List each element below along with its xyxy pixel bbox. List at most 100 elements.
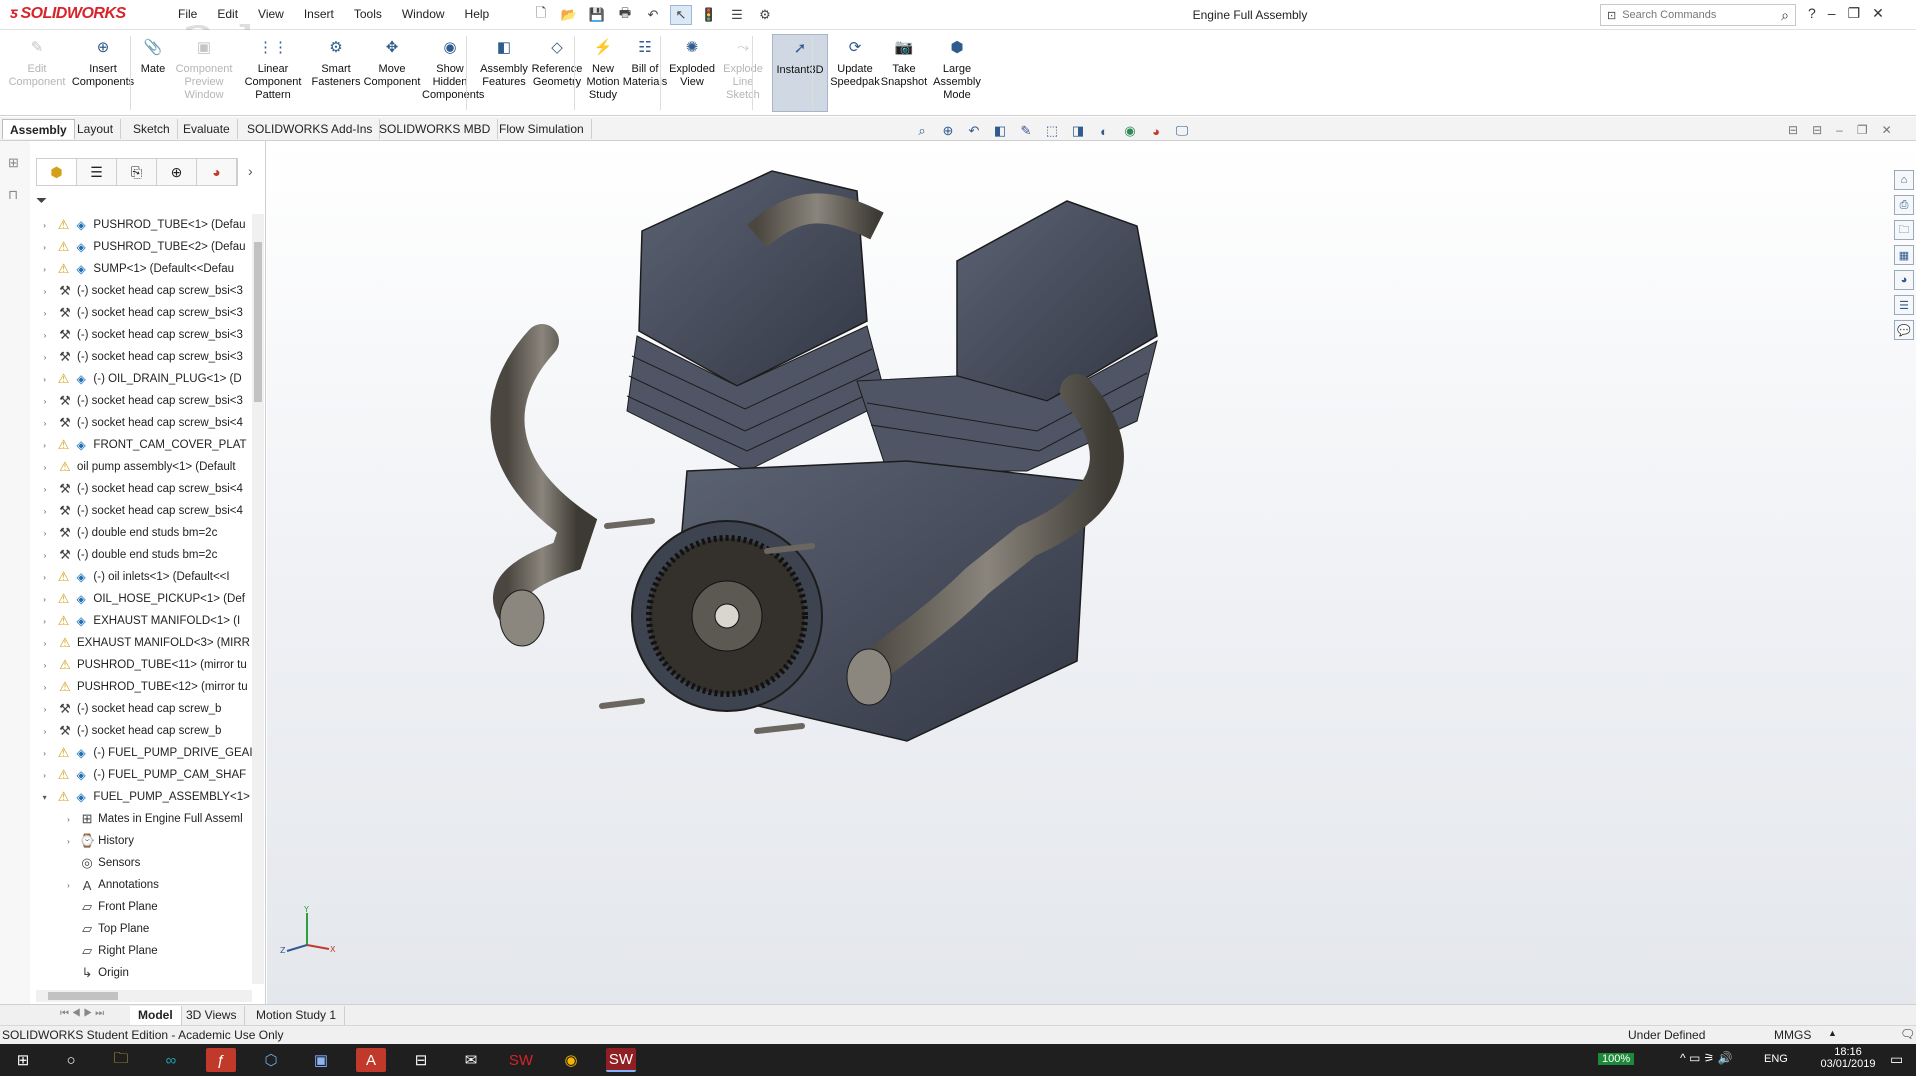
expand-arrow-icon[interactable]: › [40, 771, 49, 780]
windows-start-icon[interactable]: ⊞ [8, 1048, 38, 1072]
app-window-icon[interactable]: ▣ [306, 1048, 336, 1072]
tree-child-front-plane[interactable]: ▱ Front Plane [30, 896, 260, 918]
move-component-button[interactable]: ✥ Move Component [362, 34, 422, 89]
chrome-icon[interactable]: ◉ [556, 1048, 586, 1072]
file-properties-icon[interactable]: ☰ [726, 5, 748, 25]
expand-arrow-icon[interactable]: › [40, 507, 50, 516]
tree-node[interactable]: › ⚠ ◈ (-) oil inlets<1> (Default<<I [30, 566, 260, 588]
undo-icon[interactable]: ↶ [642, 5, 664, 25]
tree-node[interactable]: › ⚠ oil pump assembly<1> (Default [30, 456, 260, 478]
tree-node[interactable]: › ⚒ (-) socket head cap screw_b [30, 698, 260, 720]
store-icon[interactable]: ⊟ [406, 1048, 436, 1072]
view-palette-icon[interactable]: ▦ [1894, 245, 1914, 265]
menu-help[interactable]: Help [463, 7, 492, 21]
expand-arrow-icon[interactable]: › [40, 243, 49, 252]
tree-node[interactable]: › ⚠ ◈ (-) FUEL_PUMP_DRIVE_GEAI [30, 742, 260, 764]
bottom-tab-3d-views[interactable]: 3D Views [178, 1006, 246, 1025]
tree-node[interactable]: › ⚒ (-) socket head cap screw_bsi<4 [30, 500, 260, 522]
collapse-arrow-icon[interactable]: ▾ [40, 793, 49, 802]
expand-arrow-icon[interactable]: › [40, 287, 50, 296]
property-manager-tab-icon[interactable]: ☰ [77, 159, 117, 185]
file-explorer-icon[interactable]: 🗀 [106, 1048, 136, 1072]
expand-arrow-icon[interactable]: › [40, 639, 50, 648]
solidworks-active-icon[interactable]: SW [606, 1048, 636, 1072]
save-icon[interactable]: 💾 [586, 5, 608, 25]
tooltip-icon[interactable]: 🗨 [1900, 1027, 1915, 1041]
tree-node[interactable]: › ⚒ (-) socket head cap screw_bsi<3 [30, 346, 260, 368]
expand-arrow-icon[interactable]: › [40, 705, 50, 714]
menu-edit[interactable]: Edit [215, 7, 240, 21]
expand-arrow-icon[interactable]: › [64, 815, 73, 824]
tab-solidworks-mbd[interactable]: SOLIDWORKS MBD [372, 119, 499, 139]
tree-child-origin[interactable]: ↳ Origin [30, 962, 260, 984]
new-document-icon[interactable]: 🗋 [530, 5, 552, 25]
open-folder-icon[interactable]: 📂 [558, 5, 580, 25]
menu-window[interactable]: Window [400, 7, 447, 21]
tree-node[interactable]: › ⚠ ◈ SUMP<1> (Default<<Defau [30, 258, 260, 280]
tree-child-right-plane[interactable]: ▱ Right Plane [30, 940, 260, 962]
rear-exhaust-outlet[interactable] [499, 589, 545, 647]
graphics-area[interactable] [267, 141, 1916, 1009]
assembly-features-button[interactable]: ◧ Assembly Features [478, 34, 530, 89]
zoom-to-area-icon[interactable]: ⊕ [938, 121, 958, 141]
tree-node[interactable]: ▾ ⚠ ◈ FUEL_PUMP_ASSEMBLY<1> [30, 786, 260, 808]
expand-arrow-icon[interactable]: › [40, 419, 50, 428]
tree-node[interactable]: › ⚒ (-) socket head cap screw_bsi<3 [30, 324, 260, 346]
linear-component-pattern-button[interactable]: ⋮⋮ Linear Component Pattern [236, 34, 310, 102]
app-red-icon[interactable]: ƒ [206, 1048, 236, 1072]
tree-child-history[interactable]: › ⌚ History [30, 830, 260, 852]
tree-node[interactable]: › ⚒ (-) socket head cap screw_bsi<4 [30, 412, 260, 434]
expand-arrow-icon[interactable]: › [40, 375, 49, 384]
expand-arrow-icon[interactable]: › [40, 331, 50, 340]
expand-arrow-icon[interactable]: › [40, 353, 50, 362]
edit-component-button[interactable]: ✎ Edit Component [6, 34, 68, 89]
battery-percent[interactable]: 100% [1598, 1053, 1635, 1065]
tree-node[interactable]: › ⚠ ◈ OIL_HOSE_PICKUP<1> (Def [30, 588, 260, 610]
solidworks-logo[interactable]: ƽ SOLIDWORKS [10, 5, 126, 25]
tree-node[interactable]: › ⚠ ◈ FRONT_CAM_COVER_PLAT [30, 434, 260, 456]
tree-node[interactable]: › ⚠ ◈ PUSHROD_TUBE<2> (Defau [30, 236, 260, 258]
status-units[interactable]: MMGS [1774, 1028, 1811, 1042]
display-style-icon[interactable]: ◨ [1068, 121, 1088, 141]
crankshaft-bore[interactable] [714, 603, 740, 629]
expand-arrow-icon[interactable]: › [40, 661, 50, 670]
appearances-scenes-icon[interactable]: ◕ [1894, 270, 1914, 290]
mate-button[interactable]: 📎 Mate [136, 34, 170, 76]
tree-node[interactable]: › ⚒ (-) socket head cap screw_bsi<3 [30, 302, 260, 324]
show-hidden-components-button[interactable]: ◉ Show Hidden Components [422, 34, 484, 102]
close-icon[interactable]: ✕ [1872, 5, 1884, 22]
options-gear-icon[interactable]: ⚙ [754, 5, 776, 25]
system-tray-icons[interactable]: ^ ▭ ⚞ 🔊 [1680, 1051, 1733, 1065]
tree-node[interactable]: › ⚒ (-) socket head cap screw_bsi<3 [30, 280, 260, 302]
expand-arrow-icon[interactable]: › [40, 529, 50, 538]
edit-appearance-icon[interactable]: ◉ [1120, 121, 1140, 141]
tab-evaluate[interactable]: Evaluate [176, 119, 238, 139]
view-settings-icon[interactable]: 🖵 [1172, 121, 1192, 141]
search-commands-input[interactable]: ⊡ Search Commands ⌕ [1600, 4, 1796, 26]
dynamic-annotation-icon[interactable]: ✎ [1016, 121, 1036, 141]
menu-file[interactable]: File [176, 7, 199, 21]
tree-child-sensors[interactable]: ◎ Sensors [30, 852, 260, 874]
tree-child-annotations[interactable]: › A Annotations [30, 874, 260, 896]
tree-horizontal-scrollbar[interactable] [36, 990, 252, 1002]
arduino-icon[interactable]: ∞ [156, 1048, 186, 1072]
component-preview-window-button[interactable]: ▣ Component Preview Window [172, 34, 236, 102]
minimize-icon[interactable]: – [1828, 5, 1836, 22]
tab-scroll-arrows-icon[interactable]: ⏮ ◀ ▶ ⏭ [60, 1008, 104, 1019]
tree-node[interactable]: › ⚒ (-) double end studs bm=2c [30, 544, 260, 566]
expand-arrow-icon[interactable]: › [64, 881, 73, 890]
new-motion-study-button[interactable]: ⚡ New Motion Study [584, 34, 622, 102]
tree-node[interactable]: › ⚒ (-) socket head cap screw_bsi<3 [30, 390, 260, 412]
tree-node[interactable]: › ⚒ (-) double end studs bm=2c [30, 522, 260, 544]
cortana-icon[interactable]: ○ [56, 1048, 86, 1072]
configuration-manager-tab-icon[interactable]: ⎘ [117, 159, 157, 185]
tree-node[interactable]: › ⚠ PUSHROD_TUBE<11> (mirror tu [30, 654, 260, 676]
input-language[interactable]: ENG [1764, 1053, 1788, 1065]
forum-icon[interactable]: 💬 [1894, 320, 1914, 340]
tab-sketch[interactable]: Sketch [126, 119, 178, 139]
tree-node[interactable]: › ⚠ EXHAUST MANIFOLD<3> (MIRR [30, 632, 260, 654]
insert-components-button[interactable]: ⊕ Insert Components [70, 34, 136, 89]
section-view-icon[interactable]: ◧ [990, 121, 1010, 141]
expand-arrow-icon[interactable]: › [40, 265, 49, 274]
previous-view-icon[interactable]: ↶ [964, 121, 984, 141]
